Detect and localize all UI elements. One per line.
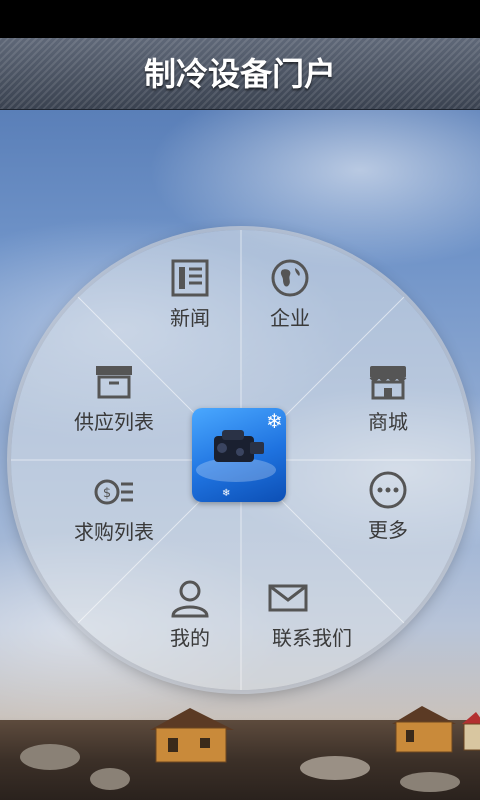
status-bar	[0, 0, 480, 38]
menu-item-label: 商城	[368, 410, 408, 434]
hut	[150, 708, 234, 763]
title-bar: 制冷设备门户	[0, 38, 480, 110]
hut	[392, 706, 456, 756]
menu-item-company[interactable]: 企业	[250, 258, 330, 331]
archive-box-icon	[96, 366, 132, 399]
menu-item-more[interactable]: 更多	[348, 470, 428, 543]
refrigeration-compressor-logo: ❄ ❄	[196, 409, 283, 499]
menu-item-label: 企业	[270, 306, 310, 330]
menu-item-label: 供应列表	[74, 410, 154, 434]
svg-text:❄: ❄	[266, 409, 283, 433]
menu-item-label: 我的	[170, 626, 210, 650]
hut	[462, 712, 480, 752]
user-icon	[171, 580, 209, 618]
center-logo-button[interactable]: ❄ ❄	[192, 408, 286, 502]
more-dots-icon	[369, 471, 407, 509]
coin-list-icon: $	[94, 479, 133, 505]
globe-icon	[271, 259, 309, 297]
menu-item-label: 联系我们	[272, 626, 352, 650]
page-title: 制冷设备门户	[143, 55, 336, 93]
store-icon	[369, 366, 407, 400]
menu-item-news[interactable]: 新闻	[150, 258, 230, 331]
menu-item-label: 更多	[368, 518, 408, 542]
newspaper-icon	[171, 259, 209, 297]
rock	[90, 768, 130, 790]
rock	[400, 772, 460, 792]
menu-item-supply-list[interactable]: 供应列表	[66, 362, 162, 435]
menu-item-contact[interactable]: 联系我们	[264, 578, 360, 651]
svg-text:❄: ❄	[222, 488, 230, 499]
menu-item-label: 求购列表	[74, 520, 154, 544]
menu-item-mine[interactable]: 我的	[150, 578, 230, 651]
menu-item-mall[interactable]: 商城	[348, 362, 428, 435]
menu-item-buy-list[interactable]: $ 求购列表	[66, 472, 162, 545]
svg-text:$: $	[103, 486, 111, 501]
rock	[20, 744, 80, 770]
rock	[300, 756, 370, 780]
envelope-icon	[268, 584, 308, 612]
menu-item-label: 新闻	[170, 306, 210, 330]
